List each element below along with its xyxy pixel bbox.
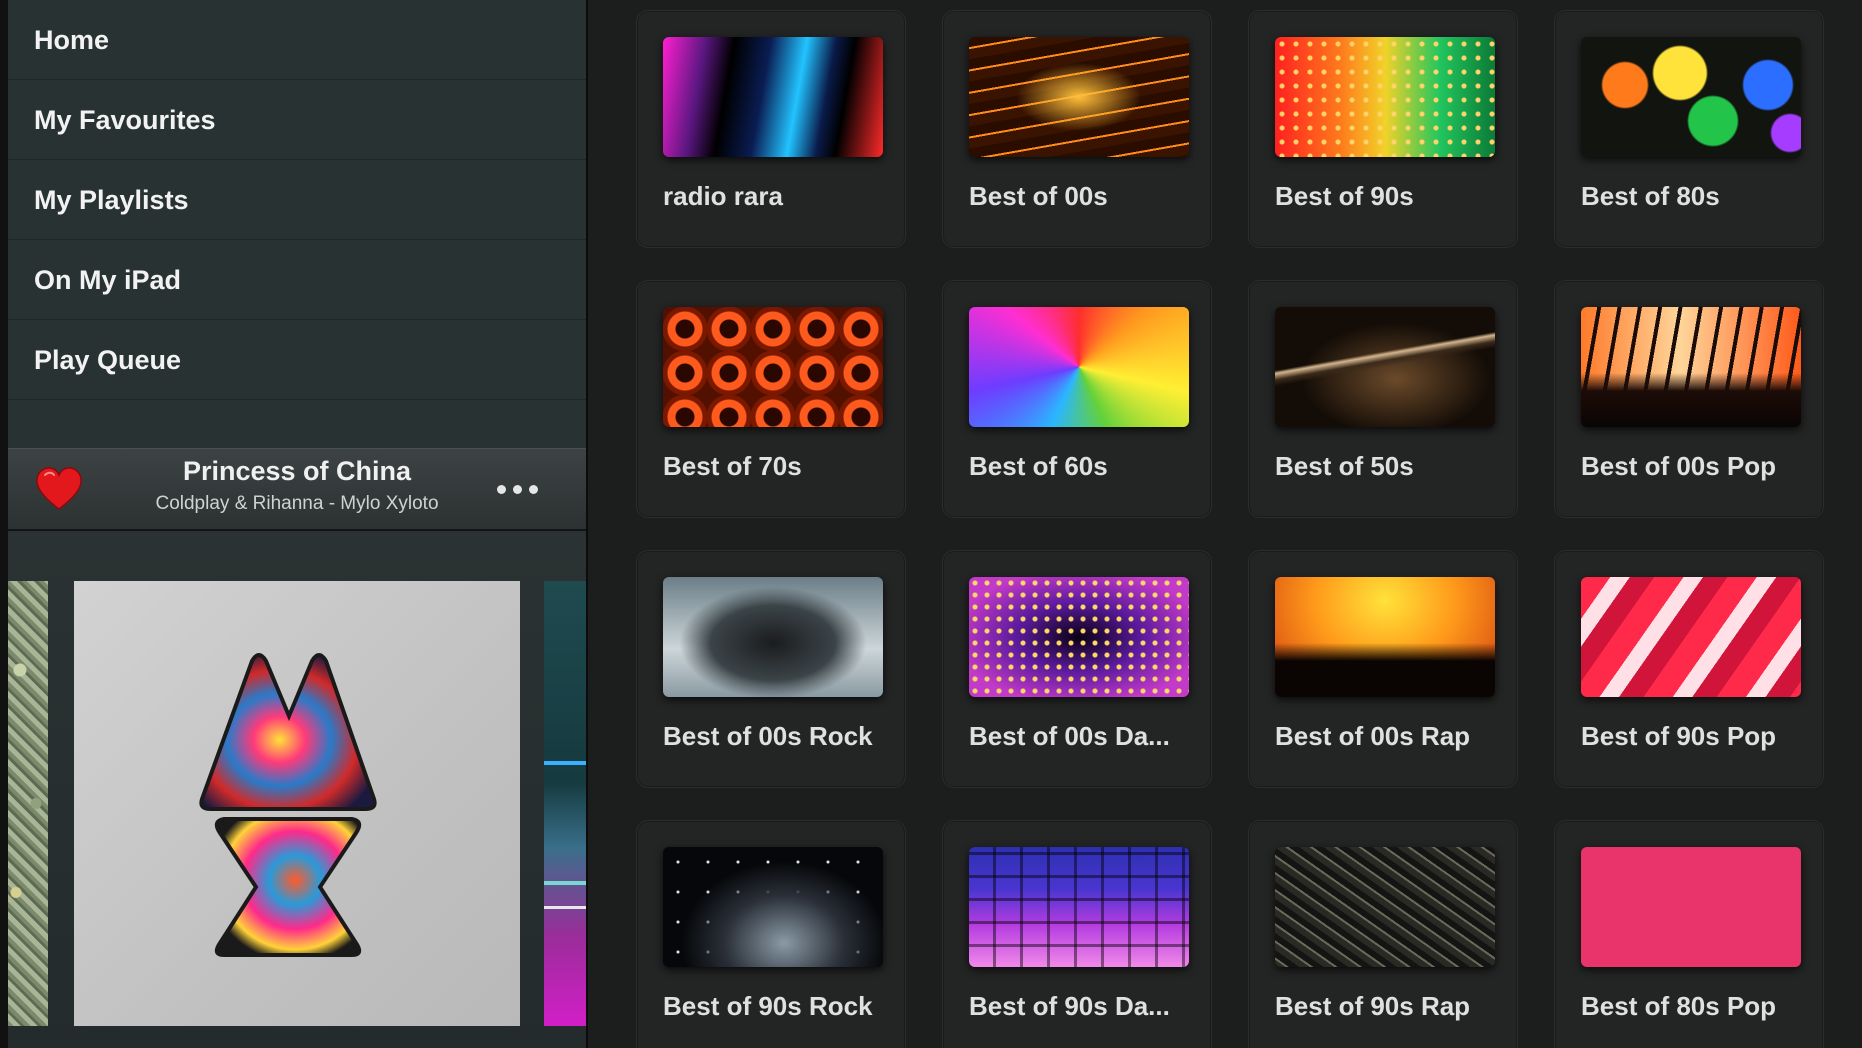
station-tile[interactable]: Best of 90s Rock — [636, 820, 906, 1048]
station-tile[interactable]: Best of 60s — [942, 280, 1212, 518]
station-tile[interactable]: Best of 70s — [636, 280, 906, 518]
station-tile[interactable]: Best of 00s Rock — [636, 550, 906, 788]
station-thumbnail — [663, 577, 883, 697]
station-label: Best of 80s Pop — [1581, 991, 1777, 1021]
station-thumbnail — [969, 577, 1189, 697]
station-label: Best of 90s Pop — [1581, 721, 1777, 751]
station-label: Best of 90s Rap — [1275, 991, 1471, 1021]
station-thumbnail — [663, 307, 883, 427]
station-tile[interactable]: Best of 80s Pop — [1554, 820, 1824, 1048]
station-tile[interactable]: Best of 80s — [1554, 10, 1824, 248]
more-options-icon[interactable] — [482, 469, 552, 509]
station-tile[interactable]: radio rara — [636, 10, 906, 248]
station-thumbnail — [1275, 307, 1495, 427]
station-thumbnail — [1581, 847, 1801, 967]
now-playing-subtitle: Coldplay & Rihanna - Mylo Xyloto — [155, 493, 439, 514]
album-art-carousel[interactable] — [8, 531, 586, 1048]
station-tile[interactable]: Best of 90s Rap — [1248, 820, 1518, 1048]
station-label: radio rara — [663, 181, 783, 211]
sidebar-item-my-favourites[interactable]: My Favourites — [8, 80, 586, 160]
station-label: Best of 00s Rap — [1275, 721, 1471, 751]
station-thumbnail — [969, 37, 1189, 157]
station-tile[interactable]: Best of 90s Pop — [1554, 550, 1824, 788]
station-thumbnail — [1275, 577, 1495, 697]
station-label: Best of 00s Rock — [663, 721, 873, 751]
now-playing-title: Princess of China — [182, 456, 412, 486]
sidebar-item-my-playlists[interactable]: My Playlists — [8, 160, 586, 240]
station-thumbnail — [1581, 307, 1801, 427]
current-album-art[interactable] — [74, 581, 520, 1026]
station-tile[interactable]: Best of 90s Da... — [942, 820, 1212, 1048]
favourite-heart-icon[interactable] — [34, 466, 84, 512]
sidebar-item-home[interactable]: Home — [8, 0, 586, 80]
station-label: Best of 00s Da... — [969, 721, 1170, 751]
station-tile[interactable]: Best of 00s Da... — [942, 550, 1212, 788]
station-thumbnail — [1581, 37, 1801, 157]
station-label: Best of 90s — [1275, 181, 1414, 211]
station-label: Best of 80s — [1581, 181, 1720, 211]
sidebar: Home My Favourites My Playlists On My iP… — [0, 0, 588, 1048]
station-label: Best of 70s — [663, 451, 802, 481]
station-tile[interactable]: Best of 50s — [1248, 280, 1518, 518]
station-tile[interactable]: Best of 00s Pop — [1554, 280, 1824, 518]
station-label: Best of 00s — [969, 181, 1108, 211]
station-label: Best of 90s Da... — [969, 991, 1170, 1021]
station-thumbnail — [663, 847, 883, 967]
station-tile[interactable]: Best of 90s — [1248, 10, 1518, 248]
app-window: Home My Favourites My Playlists On My iP… — [0, 0, 1862, 1048]
station-label: Best of 00s Pop — [1581, 451, 1777, 481]
now-playing-bar: Princess of China Coldplay & Rihanna - M… — [8, 448, 586, 530]
station-label: Best of 50s — [1275, 451, 1414, 481]
station-thumbnail — [969, 847, 1189, 967]
station-tile[interactable]: Best of 00s Rap — [1248, 550, 1518, 788]
station-thumbnail — [1275, 847, 1495, 967]
station-label: Best of 60s — [969, 451, 1108, 481]
sidebar-item-on-my-ipad[interactable]: On My iPad — [8, 240, 586, 320]
sidebar-nav: Home My Favourites My Playlists On My iP… — [8, 0, 586, 448]
station-thumbnail — [1581, 577, 1801, 697]
station-thumbnail — [969, 307, 1189, 427]
station-thumbnail — [1275, 37, 1495, 157]
previous-album-art[interactable] — [8, 581, 48, 1026]
station-tile[interactable]: Best of 00s — [942, 10, 1212, 248]
station-thumbnail — [663, 37, 883, 157]
next-album-art[interactable] — [544, 581, 586, 1026]
station-label: Best of 90s Rock — [663, 991, 873, 1021]
sidebar-item-play-queue[interactable]: Play Queue — [8, 320, 586, 400]
